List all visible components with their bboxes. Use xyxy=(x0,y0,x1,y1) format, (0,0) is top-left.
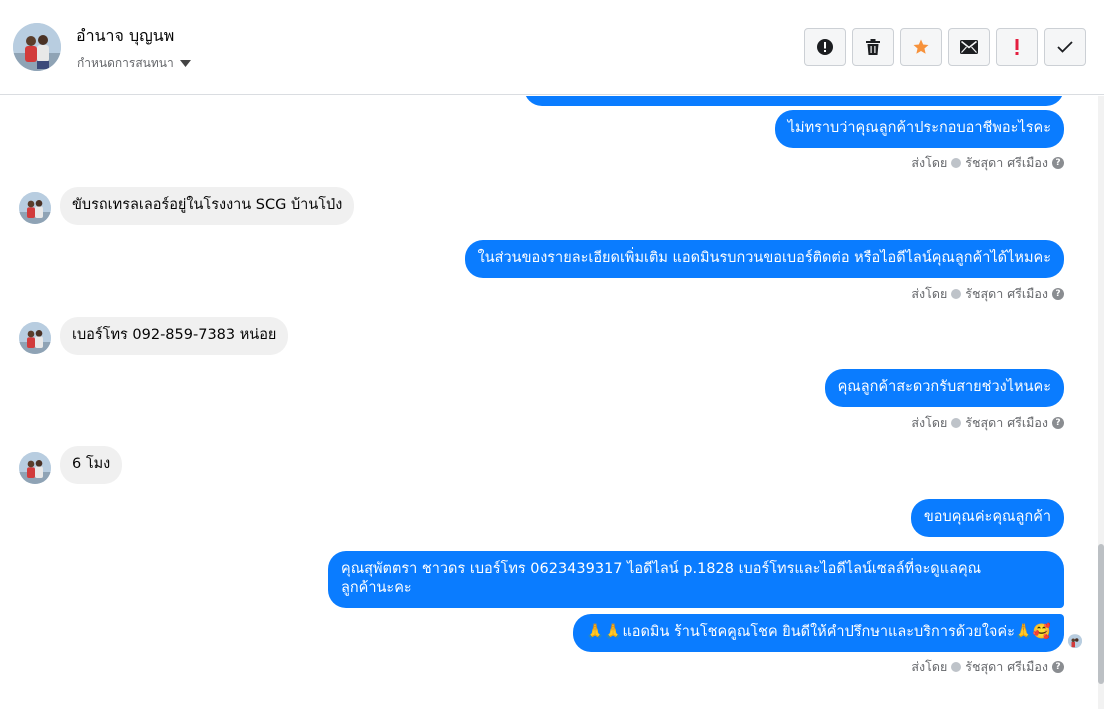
gear-icon xyxy=(951,662,962,672)
check-icon xyxy=(1057,41,1073,53)
message-text: เบอร์โทร 092-859-7383 หน่อย xyxy=(72,327,277,343)
assign-label: กำหนดการสนทนา xyxy=(77,56,174,70)
scrollbar-thumb[interactable] xyxy=(1098,544,1104,684)
contact-avatar-small[interactable] xyxy=(19,322,51,354)
contact-avatar-small[interactable] xyxy=(19,452,51,484)
star-icon xyxy=(913,39,929,54)
envelope-icon xyxy=(960,40,978,54)
help-icon[interactable]: ? xyxy=(1052,157,1064,169)
trash-icon xyxy=(866,39,880,55)
message-text-line: ลูกค้านะคะ xyxy=(341,580,412,596)
agent-name: รัชสุดา ศรีเมือง xyxy=(965,415,1048,430)
agent-name: รัชสุดา ศรีเมือง xyxy=(965,155,1048,170)
conversation-actions xyxy=(804,28,1086,66)
follow-up-button[interactable] xyxy=(996,28,1038,66)
message-text: ไม่ทราบว่าคุณลูกค้าประกอบอาชีพอะไรคะ xyxy=(787,120,1051,136)
sent-by-label: ส่งโดย รัชสุดา ศรีเมือง ? xyxy=(911,153,1064,173)
message-bubble-outgoing: 🙏🙏แอดมิน ร้านโชคคูณโชค ยินดีให้คำปรึกษาแ… xyxy=(573,614,1064,652)
assign-conversation-dropdown[interactable]: กำหนดการสนทนา xyxy=(77,54,191,73)
gear-icon xyxy=(951,158,962,168)
star-button[interactable] xyxy=(900,28,942,66)
message-text: 6 โมง xyxy=(72,456,111,472)
sent-by-label: ส่งโดย รัชสุดา ศรีเมือง ? xyxy=(911,657,1064,677)
message-bubble-incoming: ขับรถเทรลเลอร์อยู่ในโรงงาน SCG บ้านโป่ง xyxy=(60,187,355,225)
agent-name: รัชสุดา ศรีเมือง xyxy=(965,286,1048,301)
thread-scrollbar[interactable] xyxy=(1098,96,1104,709)
gear-icon xyxy=(951,289,962,299)
message-bubble-outgoing: คุณสุพัตตรา ชาวดร เบอร์โทร 0623439317 ไอ… xyxy=(328,551,1064,608)
seen-avatar xyxy=(1068,634,1082,648)
message-text: ขับรถเทรลเลอร์อยู่ในโรงงาน SCG บ้านโป่ง xyxy=(72,197,343,213)
message-bubble-outgoing: ขอบคุณค่ะคุณลูกค้า xyxy=(910,499,1064,537)
message-text-line: คุณสุพัตตรา ชาวดร เบอร์โทร 0623439317 ไอ… xyxy=(341,561,982,577)
message-text: 🙏🙏แอดมิน ร้านโชคคูณโชค ยินดีให้คำปรึกษาแ… xyxy=(586,624,1051,640)
message-bubble-outgoing: ในส่วนของรายละเอียดเพิ่มเติม แอดมินรบกวน… xyxy=(464,240,1064,278)
mark-done-button[interactable] xyxy=(1044,28,1086,66)
gear-icon xyxy=(951,418,962,428)
exclamation-icon xyxy=(1015,39,1019,55)
message-bubble-outgoing: ไม่ทราบว่าคุณลูกค้าประกอบอาชีพอะไรคะ xyxy=(774,110,1064,148)
message-thread[interactable]: ไม่ทราบว่าคุณลูกค้าประกอบอาชีพอะไรคะ ส่ง… xyxy=(0,96,1098,709)
delete-button[interactable] xyxy=(852,28,894,66)
contact-avatar-small[interactable] xyxy=(19,192,51,224)
sent-by-prefix: ส่งโดย xyxy=(911,659,948,674)
message-text: คุณลูกค้าสะดวกรับสายช่วงไหนคะ xyxy=(837,379,1051,395)
help-icon[interactable]: ? xyxy=(1052,417,1064,429)
message-text: ขอบคุณค่ะคุณลูกค้า xyxy=(923,509,1051,525)
sent-by-prefix: ส่งโดย xyxy=(911,286,948,301)
help-icon[interactable]: ? xyxy=(1052,288,1064,300)
agent-name: รัชสุดา ศรีเมือง xyxy=(965,659,1048,674)
message-bubble-incoming: 6 โมง xyxy=(60,446,123,484)
help-icon[interactable]: ? xyxy=(1052,661,1064,673)
conversation-header: อำนาจ บุญนพ กำหนดการสนทนา xyxy=(0,0,1104,95)
mark-unread-button[interactable] xyxy=(948,28,990,66)
message-text: ในส่วนของรายละเอียดเพิ่มเติม แอดมินรบกวน… xyxy=(477,250,1051,266)
contact-avatar[interactable] xyxy=(13,23,61,71)
message-bubble-outgoing-cut xyxy=(524,96,1064,106)
sent-by-label: ส่งโดย รัชสุดา ศรีเมือง ? xyxy=(911,284,1064,304)
sent-by-prefix: ส่งโดย xyxy=(911,415,948,430)
sent-by-label: ส่งโดย รัชสุดา ศรีเมือง ? xyxy=(911,413,1064,433)
message-bubble-outgoing: คุณลูกค้าสะดวกรับสายช่วงไหนคะ xyxy=(824,369,1064,407)
report-spam-button[interactable] xyxy=(804,28,846,66)
caret-down-icon xyxy=(179,60,191,67)
exclamation-circle-icon xyxy=(817,39,833,55)
message-bubble-incoming: เบอร์โทร 092-859-7383 หน่อย xyxy=(60,317,289,355)
sent-by-prefix: ส่งโดย xyxy=(911,155,948,170)
contact-name: อำนาจ บุญนพ xyxy=(76,26,175,45)
